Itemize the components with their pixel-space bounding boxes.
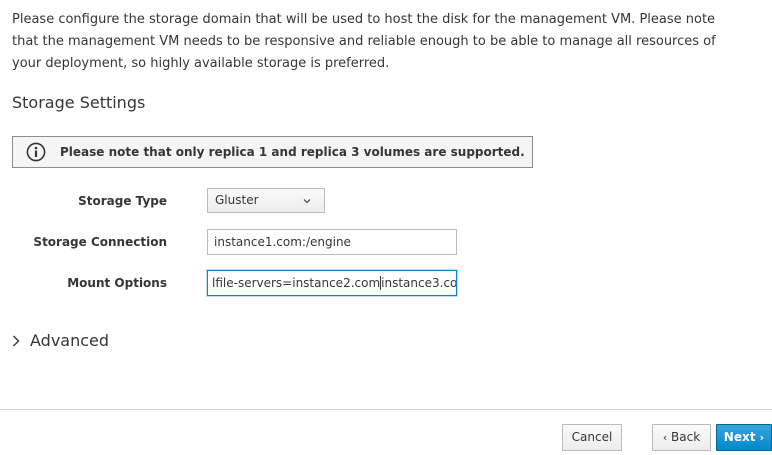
storage-connection-input[interactable]: instance1.com:/engine [207, 229, 457, 255]
storage-type-select[interactable]: Gluster [207, 188, 325, 213]
info-alert: Please note that only replica 1 and repl… [12, 136, 533, 168]
cancel-button[interactable]: Cancel [562, 424, 622, 451]
mount-options-value-after-caret: instance3.com [381, 276, 457, 290]
intro-line-1: Please configure the storage domain that… [12, 12, 716, 27]
chevron-left-icon: ‹ [662, 431, 668, 444]
next-label: Next [723, 430, 756, 444]
chevron-right-icon: › [759, 431, 765, 444]
intro-line-3: your deployment, so highly available sto… [12, 56, 390, 71]
storage-type-value: Gluster [215, 193, 259, 207]
next-button[interactable]: Next › [716, 424, 772, 451]
alert-message: Please note that only replica 1 and repl… [60, 145, 525, 159]
section-title: Storage Settings [12, 93, 146, 112]
storage-type-label: Storage Type [78, 194, 167, 208]
advanced-label: Advanced [30, 331, 110, 350]
info-circle-icon [26, 142, 46, 162]
footer-divider [0, 409, 772, 410]
mount-options-value-before-caret: lfile-servers=instance2.com [212, 276, 381, 290]
hosted-engine-storage-step: Please configure the storage domain that… [0, 0, 772, 455]
intro-text: Please configure the storage domain that… [12, 9, 716, 75]
back-button[interactable]: ‹ Back [652, 424, 711, 451]
mount-options-label: Mount Options [67, 276, 167, 290]
chevron-right-icon [13, 335, 20, 347]
back-label: Back [671, 430, 701, 444]
intro-line-2: that the management VM needs to be respo… [12, 34, 716, 49]
storage-connection-value: instance1.com:/engine [214, 235, 351, 249]
storage-connection-label: Storage Connection [33, 235, 167, 249]
chevron-down-icon [303, 199, 311, 204]
mount-options-input[interactable]: lfile-servers=instance2.cominstance3.com [207, 270, 457, 296]
